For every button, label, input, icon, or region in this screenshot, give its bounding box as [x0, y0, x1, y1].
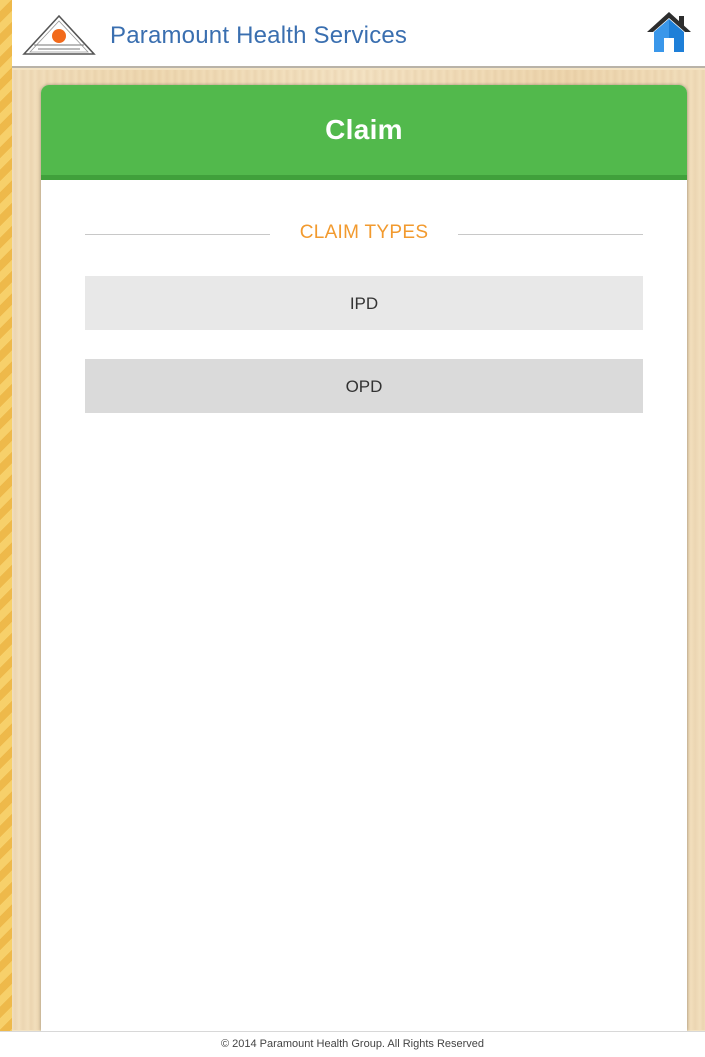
- opd-claim-button[interactable]: OPD: [85, 359, 643, 413]
- page-title: Claim: [325, 114, 403, 145]
- brand-name: Paramount Health Services: [110, 22, 408, 49]
- ipd-claim-button[interactable]: IPD: [85, 276, 643, 330]
- claim-card: Claim CLAIM TYPES IPD OPD: [41, 85, 687, 1031]
- card-header: Claim: [41, 85, 687, 180]
- app-header: Paramount Health Services: [12, 0, 705, 68]
- section-title: CLAIM TYPES: [299, 222, 429, 243]
- side-stripe-decoration: [0, 0, 12, 1057]
- company-logo-icon: [22, 14, 96, 55]
- claim-types-heading: CLAIM TYPES: [85, 222, 643, 246]
- home-icon[interactable]: [645, 10, 693, 54]
- divider-right: [458, 234, 643, 235]
- footer-copyright: © 2014 Paramount Health Group. All Right…: [0, 1031, 705, 1057]
